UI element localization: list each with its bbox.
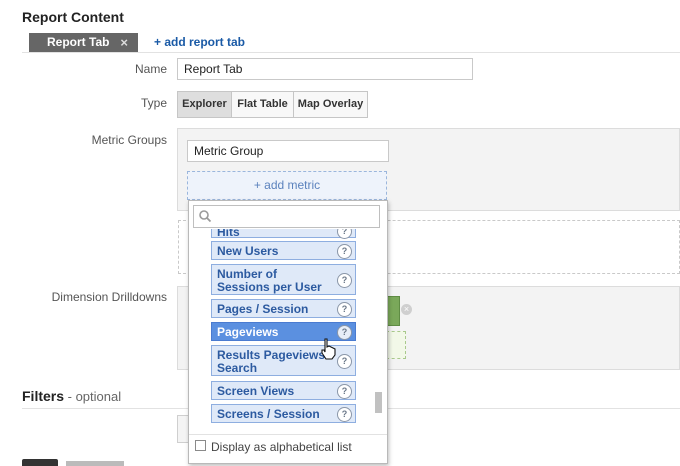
name-input[interactable] <box>177 58 473 80</box>
alphabetical-checkbox[interactable] <box>195 440 206 451</box>
filters-title: Filters <box>22 388 65 404</box>
alphabetical-label: Display as alphabetical list <box>211 440 352 454</box>
help-icon[interactable]: ? <box>337 354 352 369</box>
metric-item-sessions-per-user[interactable]: Number of Sessions per User ? <box>211 264 356 295</box>
type-label: Type <box>140 96 167 110</box>
type-explorer-button[interactable]: Explorer <box>177 91 232 118</box>
search-icon <box>199 210 212 223</box>
metric-item-label: Results Pageviews / Search <box>217 348 332 375</box>
add-metric-button[interactable]: + add metric <box>187 171 387 200</box>
metric-item-label: Hits <box>217 229 240 239</box>
metric-item-new-users[interactable]: New Users ? <box>211 241 356 260</box>
add-report-tab-link[interactable]: + add report tab <box>154 35 245 49</box>
dimension-drilldowns-label: Dimension Drilldowns <box>51 290 167 304</box>
dropdown-footer-divider <box>189 434 387 435</box>
metric-groups-label: Metric Groups <box>91 133 167 147</box>
help-icon[interactable]: ? <box>337 302 352 317</box>
metric-item-label: Screen Views <box>217 384 295 398</box>
filters-optional: - optional <box>64 389 122 404</box>
help-icon[interactable]: ? <box>337 384 352 399</box>
metric-item-screen-views[interactable]: Screen Views ? <box>211 381 356 400</box>
hand-cursor-icon <box>321 338 336 360</box>
metric-item-label: New Users <box>217 244 279 258</box>
help-icon[interactable]: ? <box>337 244 352 259</box>
metric-item-label: Pageviews <box>217 325 279 339</box>
metric-item-label: Pages / Session <box>217 302 309 316</box>
name-label: Name <box>134 62 167 76</box>
metric-search-input[interactable] <box>193 205 380 228</box>
filters-heading: Filters - optional <box>22 388 121 404</box>
tab-label: Report Tab <box>47 35 110 49</box>
tab-report-tab[interactable]: Report Tab × <box>29 33 138 52</box>
type-map-overlay-button[interactable]: Map Overlay <box>293 91 368 118</box>
next-section-subtitle-edge <box>66 461 124 466</box>
help-icon[interactable]: ? <box>337 273 352 288</box>
tab-divider <box>22 52 680 53</box>
help-icon[interactable]: ? <box>337 407 352 422</box>
close-icon[interactable]: × <box>120 33 128 52</box>
metric-item-hits[interactable]: Hits ? <box>211 229 356 239</box>
help-icon[interactable]: ? <box>337 229 352 239</box>
dropdown-list-clip: Hits ? <box>188 229 388 239</box>
type-flat-table-button[interactable]: Flat Table <box>231 91 294 118</box>
help-icon[interactable]: ? <box>337 325 352 340</box>
metric-item-label: Screens / Session <box>217 407 320 421</box>
metric-item-pages-per-session[interactable]: Pages / Session ? <box>211 299 356 318</box>
dimension-dropzone[interactable] <box>386 331 406 359</box>
next-section-heading-edge <box>22 459 58 466</box>
section-title: Report Content <box>22 9 124 25</box>
metric-item-screens-per-session[interactable]: Screens / Session ? <box>211 404 356 423</box>
remove-dimension-icon[interactable]: × <box>401 304 412 315</box>
metric-group-input[interactable] <box>187 140 389 162</box>
dropdown-scrollbar[interactable] <box>375 392 382 413</box>
metric-item-label: Number of Sessions per User <box>217 267 322 294</box>
